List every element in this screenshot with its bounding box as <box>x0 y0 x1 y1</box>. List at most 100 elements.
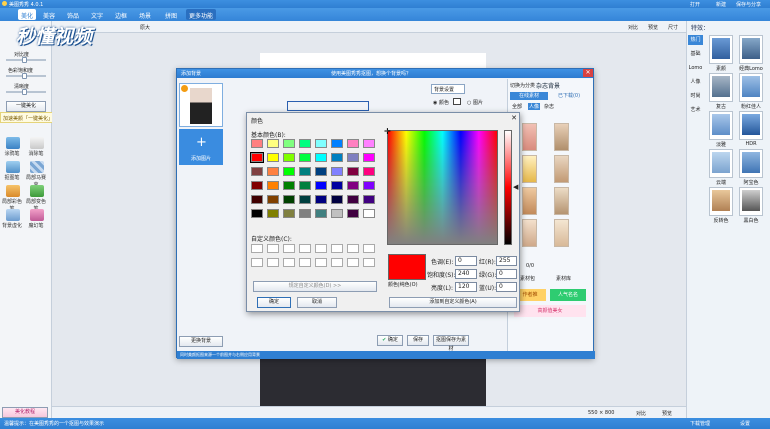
hue-input[interactable]: 0 <box>455 256 477 266</box>
basic-color-swatch[interactable] <box>267 167 279 176</box>
basic-color-swatch[interactable] <box>347 181 359 190</box>
basic-color-swatch[interactable] <box>347 153 359 162</box>
effect-thumb[interactable] <box>739 187 763 216</box>
size-button[interactable]: 尺寸 <box>668 24 678 31</box>
custom-color-slot[interactable] <box>299 258 311 267</box>
sharpness-knob[interactable] <box>22 89 27 95</box>
red-input[interactable]: 255 <box>496 256 517 266</box>
preview-button[interactable]: 预览 <box>648 24 658 31</box>
basic-color-swatch[interactable] <box>267 209 279 218</box>
basic-color-swatch[interactable] <box>251 167 263 176</box>
tab-scene[interactable]: 场景 <box>136 9 154 20</box>
basic-color-swatch[interactable] <box>267 153 279 162</box>
color-pen-icon[interactable] <box>6 185 20 197</box>
tag-popular[interactable]: 人气名名 <box>550 289 586 301</box>
custom-color-slot[interactable] <box>347 258 359 267</box>
effect-cat-hot[interactable]: 热门 <box>688 35 703 45</box>
color-ok-button[interactable]: 确定 <box>257 297 291 308</box>
material-thumb[interactable] <box>554 155 569 183</box>
effect-thumb[interactable] <box>709 35 733 64</box>
basic-color-swatch[interactable] <box>315 153 327 162</box>
effect-thumb[interactable] <box>709 149 733 178</box>
saturation-input[interactable]: 240 <box>455 269 477 279</box>
basic-color-swatch[interactable] <box>283 153 295 162</box>
custom-color-slot[interactable] <box>267 258 279 267</box>
effect-cat-fashion[interactable]: 时尚 <box>688 91 703 101</box>
basic-color-swatch[interactable] <box>299 195 311 204</box>
basic-color-swatch[interactable] <box>315 139 327 148</box>
color-spectrum[interactable]: ✛ <box>384 127 498 245</box>
basic-color-swatch[interactable] <box>315 209 327 218</box>
basic-color-swatch[interactable] <box>315 195 327 204</box>
color-dialog-close-icon[interactable]: ✕ <box>509 114 519 123</box>
define-custom-color-button[interactable]: 规定自定义颜色(D) >> <box>253 281 377 292</box>
basic-color-swatch[interactable] <box>299 139 311 148</box>
luminance-bar[interactable] <box>504 130 512 245</box>
green-input[interactable]: 0 <box>496 269 517 279</box>
tag-beauty[interactable]: 高颜值美女 <box>514 305 586 317</box>
material-thumb[interactable] <box>522 219 537 247</box>
material-thumb[interactable] <box>554 123 569 151</box>
basic-color-swatch[interactable] <box>283 209 295 218</box>
basic-color-swatch[interactable] <box>331 209 343 218</box>
luminance-arrow-icon[interactable]: ◀ <box>513 183 518 191</box>
color-cancel-button[interactable]: 取消 <box>297 297 337 308</box>
custom-color-slot[interactable] <box>315 244 327 253</box>
eraser-icon[interactable] <box>30 137 44 149</box>
cat-magazine[interactable]: 杂志 <box>544 103 554 110</box>
magic-pen-icon[interactable] <box>30 209 44 221</box>
background-blur-icon[interactable] <box>6 209 20 221</box>
basic-color-swatch[interactable] <box>363 195 375 204</box>
basic-color-swatch[interactable] <box>251 139 263 148</box>
basic-color-swatch[interactable] <box>283 195 295 204</box>
save-share-button[interactable]: 保存与分享 <box>736 1 761 8</box>
basic-color-swatch[interactable] <box>347 167 359 176</box>
custom-color-slot[interactable] <box>331 244 343 253</box>
basic-color-swatch[interactable] <box>315 181 327 190</box>
basic-color-swatch[interactable] <box>331 195 343 204</box>
material-thumb[interactable] <box>522 155 537 183</box>
effect-cat-lomo[interactable]: Lomo <box>688 63 703 73</box>
basic-color-swatch[interactable] <box>267 195 279 204</box>
basic-color-swatch[interactable] <box>363 167 375 176</box>
open-button[interactable]: 打开 <box>690 1 700 8</box>
material-library-button[interactable]: 素材库 <box>556 275 571 282</box>
basic-color-swatch[interactable] <box>267 139 279 148</box>
effect-cat-art[interactable]: 艺术 <box>688 105 703 115</box>
material-thumb[interactable] <box>522 123 537 151</box>
cat-all[interactable]: 全部 <box>512 103 522 110</box>
saturation-knob[interactable] <box>22 73 27 79</box>
sharpness-slider[interactable] <box>6 89 46 95</box>
blue-input[interactable]: 0 <box>496 282 517 292</box>
basic-color-swatch[interactable] <box>299 209 311 218</box>
basic-color-swatch[interactable] <box>250 152 264 163</box>
tab-beautify[interactable]: 美化 <box>18 9 37 20</box>
basic-color-swatch[interactable] <box>363 153 375 162</box>
contrast-knob[interactable] <box>22 57 27 63</box>
basic-color-swatch[interactable] <box>251 181 263 190</box>
switch-category-button[interactable]: 切换为分类 <box>510 82 535 89</box>
basic-color-swatch[interactable] <box>331 167 343 176</box>
basic-color-swatch[interactable] <box>347 139 359 148</box>
tab-more[interactable]: 更多功能 <box>186 9 217 20</box>
tab-beauty[interactable]: 美容 <box>40 9 58 20</box>
custom-color-slot[interactable] <box>315 258 327 267</box>
basic-color-swatch[interactable] <box>315 167 327 176</box>
background-settings-tab[interactable]: 背景设置 <box>431 84 465 94</box>
add-custom-color-button[interactable]: 添加到自定义颜色(A) <box>389 297 517 308</box>
effect-thumb[interactable] <box>709 187 733 216</box>
dialog-close-icon[interactable]: ✕ <box>583 69 593 77</box>
basic-color-swatch[interactable] <box>283 139 295 148</box>
beautify-tutorial-button[interactable]: 美化教程 <box>2 407 48 418</box>
material-thumb[interactable] <box>554 219 569 247</box>
basic-color-swatch[interactable] <box>299 181 311 190</box>
bg-image-radio[interactable]: ○ 图片 <box>467 99 483 106</box>
basic-color-swatch[interactable] <box>299 167 311 176</box>
tab-collage[interactable]: 拼图 <box>162 9 180 20</box>
basic-color-swatch[interactable] <box>347 195 359 204</box>
tab-accessory[interactable]: 饰品 <box>64 9 82 20</box>
bg-color-swatch[interactable] <box>453 98 461 105</box>
effect-cat-basic[interactable]: 基础 <box>688 49 703 59</box>
settings-button[interactable]: 设置 <box>740 420 750 427</box>
dialog-confirm-button[interactable]: ✔ 确定 <box>377 335 403 346</box>
